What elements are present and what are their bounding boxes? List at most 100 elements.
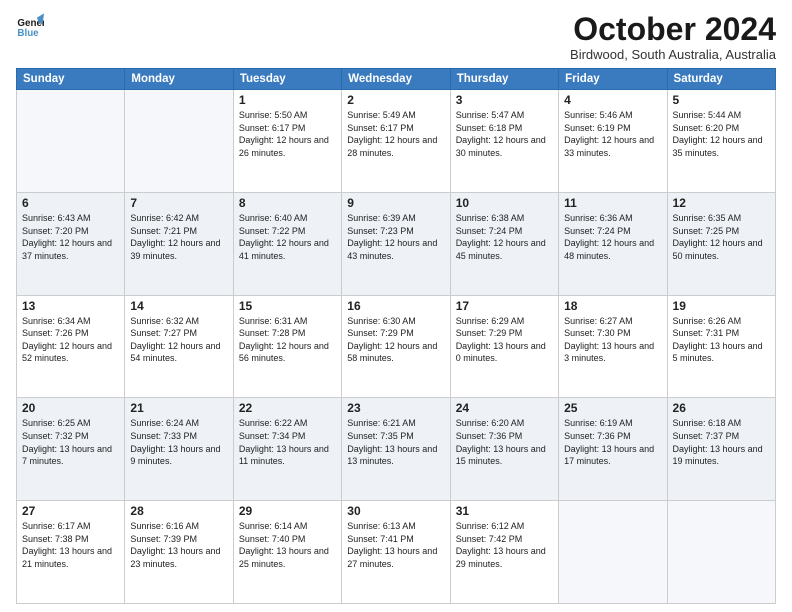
table-row: 31Sunrise: 6:12 AMSunset: 7:42 PMDayligh…	[450, 501, 558, 604]
col-sunday: Sunday	[17, 69, 125, 90]
page: General Blue October 2024 Birdwood, Sout…	[0, 0, 792, 612]
week-row-1: 1Sunrise: 5:50 AMSunset: 6:17 PMDaylight…	[17, 90, 776, 193]
day-detail: Sunrise: 6:24 AMSunset: 7:33 PMDaylight:…	[130, 417, 227, 467]
day-number: 2	[347, 93, 444, 107]
day-detail: Sunrise: 6:30 AMSunset: 7:29 PMDaylight:…	[347, 315, 444, 365]
col-tuesday: Tuesday	[233, 69, 341, 90]
day-detail: Sunrise: 6:27 AMSunset: 7:30 PMDaylight:…	[564, 315, 661, 365]
table-row: 11 Sunrise: 6:36 AMSunset: 7:24 PMDayligh…	[559, 192, 667, 295]
day-number: 9	[347, 196, 444, 210]
calendar-table: Sunday Monday Tuesday Wednesday Thursday…	[16, 68, 776, 604]
week-row-4: 20 Sunrise: 6:25 AMSunset: 7:32 PMDayligh…	[17, 398, 776, 501]
day-detail: Sunrise: 6:39 AMSunset: 7:23 PMDaylight:…	[347, 212, 444, 262]
day-detail: Sunrise: 5:47 AMSunset: 6:18 PMDaylight:…	[456, 109, 553, 159]
day-detail: Sunrise: 6:19 AMSunset: 7:36 PMDaylight:…	[564, 417, 661, 467]
table-row: 10 Sunrise: 6:38 AMSunset: 7:24 PMDayligh…	[450, 192, 558, 295]
table-row: 26Sunrise: 6:18 AMSunset: 7:37 PMDayligh…	[667, 398, 775, 501]
table-row	[559, 501, 667, 604]
table-row: 28 Sunrise: 6:16 AMSunset: 7:39 PMDayligh…	[125, 501, 233, 604]
table-row: 13 Sunrise: 6:34 AMSunset: 7:26 PMDayligh…	[17, 295, 125, 398]
col-wednesday: Wednesday	[342, 69, 450, 90]
day-number: 7	[130, 196, 227, 210]
day-detail: Sunrise: 5:44 AMSunset: 6:20 PMDaylight:…	[673, 109, 770, 159]
day-number: 27	[22, 504, 119, 518]
day-detail: Sunrise: 6:12 AMSunset: 7:42 PMDaylight:…	[456, 520, 553, 570]
table-row: 29 Sunrise: 6:14 AMSunset: 7:40 PMDayligh…	[233, 501, 341, 604]
day-number: 30	[347, 504, 444, 518]
day-number: 17	[456, 299, 553, 313]
day-detail: Sunrise: 6:29 AMSunset: 7:29 PMDaylight:…	[456, 315, 553, 365]
week-row-2: 6Sunrise: 6:43 AMSunset: 7:20 PMDaylight…	[17, 192, 776, 295]
table-row: 19 Sunrise: 6:26 AMSunset: 7:31 PMDayligh…	[667, 295, 775, 398]
day-number: 19	[673, 299, 770, 313]
table-row: 22 Sunrise: 6:22 AMSunset: 7:34 PMDayligh…	[233, 398, 341, 501]
day-detail: Sunrise: 6:18 AMSunset: 7:37 PMDaylight:…	[673, 417, 770, 467]
day-number: 11	[564, 196, 661, 210]
day-number: 15	[239, 299, 336, 313]
table-row	[667, 501, 775, 604]
day-detail: Sunrise: 6:35 AMSunset: 7:25 PMDaylight:…	[673, 212, 770, 262]
day-detail: Sunrise: 6:31 AMSunset: 7:28 PMDaylight:…	[239, 315, 336, 365]
day-detail: Sunrise: 6:36 AMSunset: 7:24 PMDaylight:…	[564, 212, 661, 262]
day-detail: Sunrise: 6:26 AMSunset: 7:31 PMDaylight:…	[673, 315, 770, 365]
day-number: 25	[564, 401, 661, 415]
day-number: 10	[456, 196, 553, 210]
table-row: 23 Sunrise: 6:21 AMSunset: 7:35 PMDayligh…	[342, 398, 450, 501]
day-number: 22	[239, 401, 336, 415]
day-number: 23	[347, 401, 444, 415]
day-detail: Sunrise: 6:14 AMSunset: 7:40 PMDaylight:…	[239, 520, 336, 570]
title-block: October 2024 Birdwood, South Australia, …	[570, 12, 776, 62]
table-row: 25 Sunrise: 6:19 AMSunset: 7:36 PMDayligh…	[559, 398, 667, 501]
day-detail: Sunrise: 6:32 AMSunset: 7:27 PMDaylight:…	[130, 315, 227, 365]
table-row: 12 Sunrise: 6:35 AMSunset: 7:25 PMDayligh…	[667, 192, 775, 295]
day-number: 6	[22, 196, 119, 210]
table-row: 9 Sunrise: 6:39 AMSunset: 7:23 PMDaylight…	[342, 192, 450, 295]
day-detail: Sunrise: 6:22 AMSunset: 7:34 PMDaylight:…	[239, 417, 336, 467]
col-friday: Friday	[559, 69, 667, 90]
day-number: 12	[673, 196, 770, 210]
col-thursday: Thursday	[450, 69, 558, 90]
day-number: 16	[347, 299, 444, 313]
day-detail: Sunrise: 6:21 AMSunset: 7:35 PMDaylight:…	[347, 417, 444, 467]
col-saturday: Saturday	[667, 69, 775, 90]
day-detail: Sunrise: 5:50 AMSunset: 6:17 PMDaylight:…	[239, 109, 336, 159]
table-row: 17 Sunrise: 6:29 AMSunset: 7:29 PMDayligh…	[450, 295, 558, 398]
day-detail: Sunrise: 6:38 AMSunset: 7:24 PMDaylight:…	[456, 212, 553, 262]
day-number: 28	[130, 504, 227, 518]
day-detail: Sunrise: 6:25 AMSunset: 7:32 PMDaylight:…	[22, 417, 119, 467]
day-detail: Sunrise: 6:42 AMSunset: 7:21 PMDaylight:…	[130, 212, 227, 262]
location-subtitle: Birdwood, South Australia, Australia	[570, 47, 776, 62]
table-row: 15 Sunrise: 6:31 AMSunset: 7:28 PMDayligh…	[233, 295, 341, 398]
day-number: 14	[130, 299, 227, 313]
table-row: 6Sunrise: 6:43 AMSunset: 7:20 PMDaylight…	[17, 192, 125, 295]
week-row-3: 13 Sunrise: 6:34 AMSunset: 7:26 PMDayligh…	[17, 295, 776, 398]
day-number: 13	[22, 299, 119, 313]
logo: General Blue	[16, 12, 44, 40]
day-detail: Sunrise: 5:46 AMSunset: 6:19 PMDaylight:…	[564, 109, 661, 159]
table-row: 3Sunrise: 5:47 AMSunset: 6:18 PMDaylight…	[450, 90, 558, 193]
table-row	[17, 90, 125, 193]
day-number: 20	[22, 401, 119, 415]
day-detail: Sunrise: 6:13 AMSunset: 7:41 PMDaylight:…	[347, 520, 444, 570]
day-number: 29	[239, 504, 336, 518]
table-row: 24Sunrise: 6:20 AMSunset: 7:36 PMDayligh…	[450, 398, 558, 501]
day-detail: Sunrise: 6:17 AMSunset: 7:38 PMDaylight:…	[22, 520, 119, 570]
table-row: 7 Sunrise: 6:42 AMSunset: 7:21 PMDaylight…	[125, 192, 233, 295]
header: General Blue October 2024 Birdwood, Sout…	[16, 12, 776, 62]
table-row: 27 Sunrise: 6:17 AMSunset: 7:38 PMDayligh…	[17, 501, 125, 604]
table-row: 1Sunrise: 5:50 AMSunset: 6:17 PMDaylight…	[233, 90, 341, 193]
month-title: October 2024	[570, 12, 776, 47]
day-detail: Sunrise: 6:40 AMSunset: 7:22 PMDaylight:…	[239, 212, 336, 262]
table-row: 8Sunrise: 6:40 AMSunset: 7:22 PMDaylight…	[233, 192, 341, 295]
table-row: 14 Sunrise: 6:32 AMSunset: 7:27 PMDayligh…	[125, 295, 233, 398]
day-detail: Sunrise: 6:16 AMSunset: 7:39 PMDaylight:…	[130, 520, 227, 570]
col-monday: Monday	[125, 69, 233, 90]
table-row: 18Sunrise: 6:27 AMSunset: 7:30 PMDayligh…	[559, 295, 667, 398]
day-detail: Sunrise: 6:34 AMSunset: 7:26 PMDaylight:…	[22, 315, 119, 365]
table-row: 16 Sunrise: 6:30 AMSunset: 7:29 PMDayligh…	[342, 295, 450, 398]
table-row: 2Sunrise: 5:49 AMSunset: 6:17 PMDaylight…	[342, 90, 450, 193]
table-row: 21Sunrise: 6:24 AMSunset: 7:33 PMDayligh…	[125, 398, 233, 501]
table-row: 5Sunrise: 5:44 AMSunset: 6:20 PMDaylight…	[667, 90, 775, 193]
day-number: 24	[456, 401, 553, 415]
table-row: 4Sunrise: 5:46 AMSunset: 6:19 PMDaylight…	[559, 90, 667, 193]
